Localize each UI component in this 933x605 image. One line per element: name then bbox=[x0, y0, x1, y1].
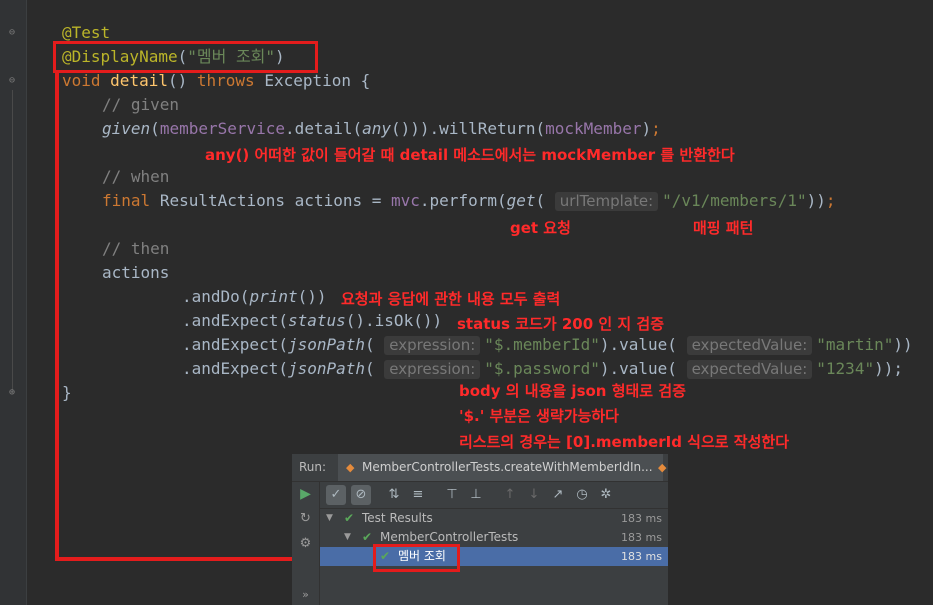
code-line-14: .andExpect(jsonPath( expression: "$.membe… bbox=[182, 335, 913, 355]
fold-icon[interactable]: ⊖ bbox=[7, 27, 17, 39]
rerun-failed-icon[interactable]: ↻ bbox=[292, 511, 319, 526]
show-passed-icon[interactable]: ✓ bbox=[326, 485, 346, 505]
expand-arrow-icon[interactable]: ▼ bbox=[326, 509, 333, 528]
rerun-icon[interactable]: ▶ bbox=[292, 486, 319, 502]
code-line-7: // when bbox=[102, 167, 170, 186]
run-label: Run: bbox=[299, 460, 327, 474]
param-hint: expression: bbox=[384, 336, 481, 355]
code-line-4: // given bbox=[102, 95, 180, 114]
expand-all-icon[interactable]: ⊤ bbox=[442, 485, 462, 505]
param-hint: urlTemplate: bbox=[554, 192, 659, 211]
more-icon[interactable]: » bbox=[292, 588, 319, 601]
annotation-body-2: '$.' 부분은 생략가능하다 bbox=[459, 407, 619, 425]
connector-line-vertical bbox=[55, 73, 59, 561]
code-line-15: .andExpect(jsonPath( expression: "$.passw… bbox=[182, 359, 903, 379]
next-failed-icon[interactable]: ↓ bbox=[524, 485, 544, 505]
code-line-5: given(memberService.detail(any())).willR… bbox=[102, 119, 661, 138]
passed-check-icon: ✔ bbox=[344, 511, 355, 525]
annotation-mapping: 매핑 패턴 bbox=[693, 219, 754, 237]
debug-icon[interactable]: ⚙ bbox=[292, 536, 319, 551]
code-line-11: actions bbox=[102, 263, 170, 282]
passed-check-icon: ✔ bbox=[362, 530, 373, 544]
collapse-all-icon[interactable]: ⊥ bbox=[466, 485, 486, 505]
code-line-8: final ResultActions actions = mvc.perfor… bbox=[102, 191, 836, 211]
test-toolbar: ✓ ⊘ ⇅ ≡ ⊤ ⊥ ↑ ↓ ↗ ◷ ✲ bbox=[320, 482, 668, 509]
editor-gutter bbox=[0, 0, 27, 605]
code-line-12: .andDo(print()) bbox=[182, 287, 327, 306]
run-panel: Run: ◆ MemberControllerTests.createWithM… bbox=[292, 454, 668, 605]
annotation-body-3: 리스트의 경우는 [0].memberId 식으로 작성한다 bbox=[459, 433, 789, 451]
param-hint: expectedValue: bbox=[686, 360, 813, 379]
run-tab-title: MemberControllerTests.createWithMemberId… bbox=[362, 460, 653, 474]
settings-gear-icon[interactable]: ✲ bbox=[596, 485, 616, 505]
code-line-13: .andExpect(status().isOk()) bbox=[182, 311, 443, 330]
annotation-print: 요청과 응답에 관한 내용 모두 출력 bbox=[341, 290, 561, 308]
highlight-test-name bbox=[373, 544, 460, 572]
prev-failed-icon[interactable]: ↑ bbox=[500, 485, 520, 505]
expand-arrow-icon[interactable]: ▼ bbox=[344, 528, 351, 547]
tree-row-test-results[interactable]: ▼ ✔ Test Results 183 ms bbox=[320, 509, 668, 528]
annotation-any: any() 어떠한 값이 들어갈 때 detail 메소드에서는 mockMem… bbox=[205, 146, 735, 164]
sort-duration-icon[interactable]: ≡ bbox=[408, 485, 428, 505]
run-tab[interactable]: ◆ MemberControllerTests.createWithMember… bbox=[338, 454, 663, 481]
code-line-16: } bbox=[62, 383, 72, 402]
history-icon[interactable]: ◷ bbox=[572, 485, 592, 505]
code-line-10: // then bbox=[102, 239, 170, 258]
run-side-toolbar: ▶ ↻ ⚙ » bbox=[292, 482, 320, 605]
annotation-body-1: body 의 내용을 json 형태로 검증 bbox=[459, 382, 686, 400]
fold-guide bbox=[12, 90, 13, 390]
export-icon[interactable]: ↗ bbox=[548, 485, 568, 505]
sort-alpha-icon[interactable]: ⇅ bbox=[384, 485, 404, 505]
annotation-status: status 코드가 200 인 지 검증 bbox=[457, 315, 665, 333]
param-hint: expectedValue: bbox=[686, 336, 813, 355]
highlight-displayname bbox=[53, 41, 318, 73]
run-config-icon: ◆ bbox=[658, 461, 667, 474]
fold-end-icon[interactable]: ⊕ bbox=[7, 387, 17, 399]
run-tabbar: Run: ◆ MemberControllerTests.createWithM… bbox=[292, 454, 668, 482]
annotation-get: get 요청 bbox=[510, 219, 571, 237]
run-config-icon: ◆ bbox=[346, 461, 355, 474]
param-hint: expression: bbox=[384, 360, 481, 379]
show-ignored-icon[interactable]: ⊘ bbox=[351, 485, 371, 505]
fold-icon[interactable]: ⊖ bbox=[7, 75, 17, 87]
